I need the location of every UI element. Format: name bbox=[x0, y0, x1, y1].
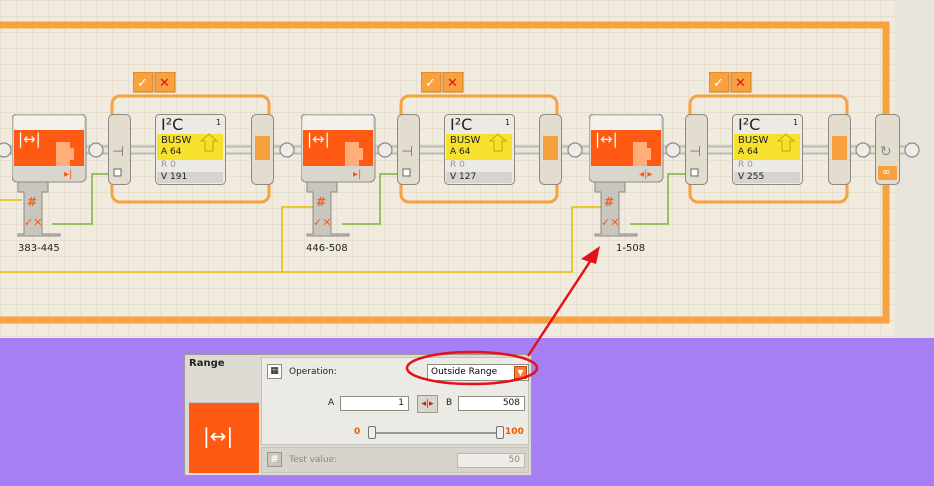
annotation-arrow bbox=[526, 253, 597, 357]
annotation-overlay bbox=[405, 246, 600, 386]
annotation-arrowhead bbox=[581, 246, 600, 264]
annotation-ellipse bbox=[405, 350, 539, 386]
